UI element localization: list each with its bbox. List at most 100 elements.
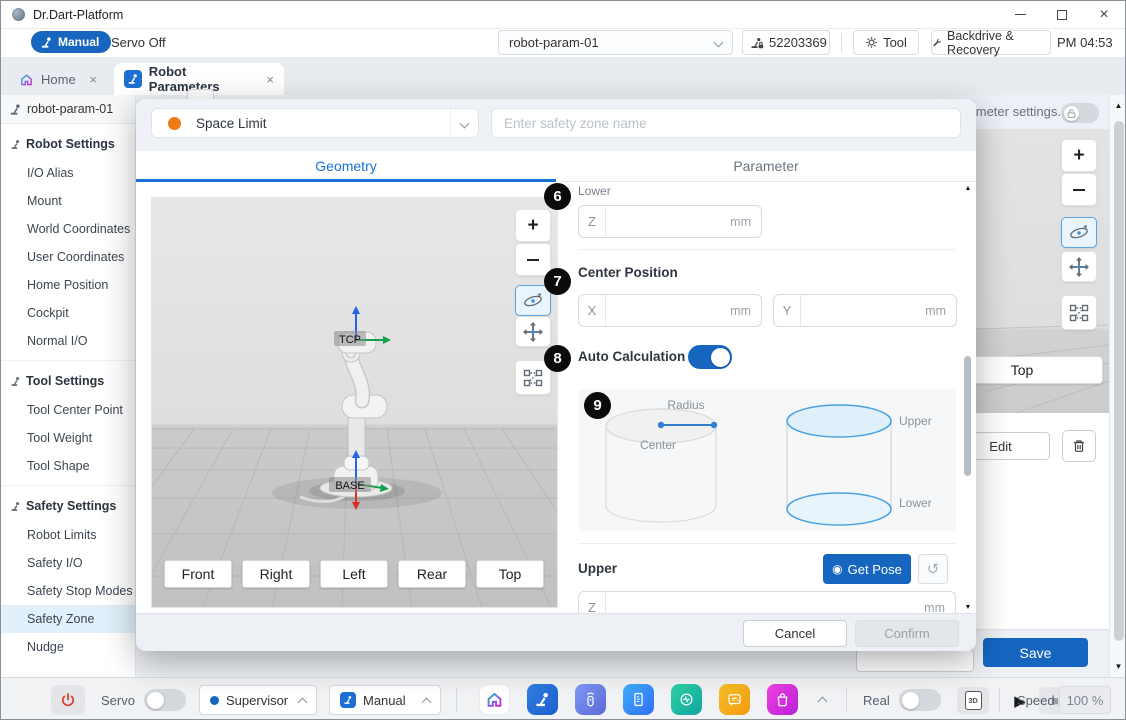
app-home-icon[interactable]: [479, 684, 510, 715]
confirm-button[interactable]: Confirm: [855, 620, 959, 647]
z-axis-label: Z: [579, 206, 606, 237]
tab-close-icon[interactable]: ×: [266, 72, 274, 87]
reset-pose-button[interactable]: ↺: [918, 554, 948, 584]
dock-expand-chevron-icon[interactable]: [818, 697, 828, 707]
user-role-select[interactable]: Supervisor: [199, 685, 317, 715]
servo-toggle[interactable]: [144, 689, 186, 711]
dialog-scrollbar-thumb[interactable]: [964, 356, 971, 476]
sidebar-section-safety-settings: Safety Settings Robot Limits Safety I/O …: [1, 485, 135, 661]
main-content: robot-param-01 Robot Settings I/O Alias …: [1, 95, 1126, 677]
center-y-field: Y mm: [773, 294, 957, 327]
sidebar-item-io-alias[interactable]: I/O Alias: [1, 159, 135, 187]
get-pose-button[interactable]: ◉ Get Pose: [823, 554, 911, 584]
sidebar-item-home-position[interactable]: Home Position: [1, 271, 135, 299]
controller-id-badge[interactable]: 52203369: [742, 30, 830, 55]
scroll-down-icon[interactable]: ▼: [962, 604, 974, 611]
view-right-button[interactable]: Right: [242, 560, 310, 588]
tab-close-icon[interactable]: ×: [89, 72, 97, 87]
backdrive-recovery-button[interactable]: Backdrive & Recovery: [931, 30, 1051, 55]
auto-calculation-toggle[interactable]: [688, 345, 732, 369]
view-front-button[interactable]: Front: [164, 560, 232, 588]
settings-lock-toggle[interactable]: [1061, 103, 1099, 123]
tab-parameter[interactable]: Parameter: [556, 151, 976, 181]
sidebar-item-safety-stop-modes[interactable]: Safety Stop Modes: [1, 577, 135, 605]
app-logo-icon: [12, 8, 25, 21]
sidebar-item-tool-center-point[interactable]: Tool Center Point: [1, 396, 135, 424]
scroll-up-icon[interactable]: ▲: [962, 185, 974, 192]
app-tablet-icon[interactable]: [623, 684, 654, 715]
robot-param-select-value: robot-param-01: [509, 35, 599, 50]
app-robot-params-icon[interactable]: [527, 684, 558, 715]
scroll-down-icon[interactable]: ▼: [1110, 662, 1126, 671]
close-button[interactable]: ×: [1083, 1, 1125, 28]
cancel-button[interactable]: Cancel: [743, 620, 847, 647]
bg-zoom-out-button[interactable]: [1061, 173, 1097, 206]
settings-text: meter settings.: [976, 104, 1061, 119]
tool-button[interactable]: Tool: [853, 30, 919, 55]
app-monitoring-icon[interactable]: [671, 684, 702, 715]
taskbar-divider: [456, 688, 457, 712]
center-x-input[interactable]: [606, 295, 730, 326]
view-rear-button[interactable]: Rear: [398, 560, 466, 588]
bg-measure-button[interactable]: [1061, 295, 1097, 330]
sidebar-section-title: Tool Settings: [1, 366, 135, 396]
bg-zoom-in-button[interactable]: +: [1061, 139, 1097, 172]
home-icon: [19, 72, 34, 87]
sidebar-item-world-coordinates[interactable]: World Coordinates: [1, 215, 135, 243]
robot-param-select[interactable]: robot-param-01: [498, 30, 733, 55]
sidebar-robot-header[interactable]: robot-param-01: [1, 95, 135, 124]
hidden-action-button[interactable]: [856, 649, 974, 672]
save-button[interactable]: Save: [983, 638, 1088, 667]
sidebar-item-normal-io[interactable]: Normal I/O: [1, 327, 135, 355]
3d-viewer-button[interactable]: 3D: [957, 687, 989, 714]
mode-select[interactable]: Manual: [329, 685, 441, 715]
robot-3d-scene: TCP BASE: [152, 198, 558, 608]
tab-geometry[interactable]: Geometry: [136, 151, 556, 181]
zoom-out-button[interactable]: [515, 243, 551, 276]
sidebar-item-tool-shape[interactable]: Tool Shape: [1, 452, 135, 480]
minimize-button[interactable]: [999, 1, 1041, 28]
sidebar-item-cockpit[interactable]: Cockpit: [1, 299, 135, 327]
delete-button[interactable]: [1062, 430, 1096, 462]
bg-pan-button[interactable]: [1061, 251, 1097, 282]
sidebar-item-robot-limits[interactable]: Robot Limits: [1, 521, 135, 549]
view-top-button[interactable]: Top: [476, 560, 544, 588]
tool-button-label: Tool: [883, 35, 907, 50]
servo-status-text: Servo Off: [111, 35, 166, 50]
speed-value[interactable]: 100 %: [1059, 686, 1111, 714]
main-scrollbar-thumb[interactable]: [1114, 121, 1124, 641]
sidebar-item-safety-zone[interactable]: Safety Zone: [1, 605, 135, 633]
pan-button[interactable]: [515, 316, 551, 347]
sidebar-item-nudge[interactable]: Nudge: [1, 633, 135, 661]
sidebar-item-tool-weight[interactable]: Tool Weight: [1, 424, 135, 452]
zoom-in-button[interactable]: +: [515, 209, 551, 242]
real-mode-toggle[interactable]: [899, 689, 941, 711]
orbit-button[interactable]: [515, 285, 551, 316]
x-axis-label: X: [579, 295, 606, 326]
view-left-button[interactable]: Left: [320, 560, 388, 588]
manual-mode-badge[interactable]: Manual: [31, 31, 111, 53]
tab-home[interactable]: Home ×: [9, 63, 107, 95]
sidebar-item-user-coordinates[interactable]: User Coordinates: [1, 243, 135, 271]
center-y-input[interactable]: [801, 295, 925, 326]
plus-icon: +: [1073, 146, 1084, 165]
power-icon: [60, 692, 76, 708]
bg-orbit-button[interactable]: [1061, 217, 1097, 248]
lower-z-input[interactable]: [606, 206, 730, 237]
app-store-icon[interactable]: [767, 684, 798, 715]
sidebar-item-safety-io[interactable]: Safety I/O: [1, 549, 135, 577]
dialog-scrollbar[interactable]: ▲ ▼: [962, 185, 974, 613]
dialog-3d-viewport[interactable]: TCP BASE +: [151, 197, 558, 608]
zone-type-select[interactable]: Space Limit: [151, 108, 479, 138]
maximize-button[interactable]: [1041, 1, 1083, 28]
app-remote-icon[interactable]: [575, 684, 606, 715]
scroll-up-icon[interactable]: ▲: [1110, 101, 1126, 110]
app-message-icon[interactable]: [719, 684, 750, 715]
main-scrollbar[interactable]: ▲ ▼: [1109, 95, 1126, 677]
zone-name-input[interactable]: [491, 108, 961, 138]
center-x-field: X mm: [578, 294, 762, 327]
unlock-icon: [1067, 109, 1076, 118]
sidebar-item-mount[interactable]: Mount: [1, 187, 135, 215]
power-button[interactable]: [51, 685, 85, 715]
sidebar-header-label: robot-param-01: [27, 102, 113, 116]
